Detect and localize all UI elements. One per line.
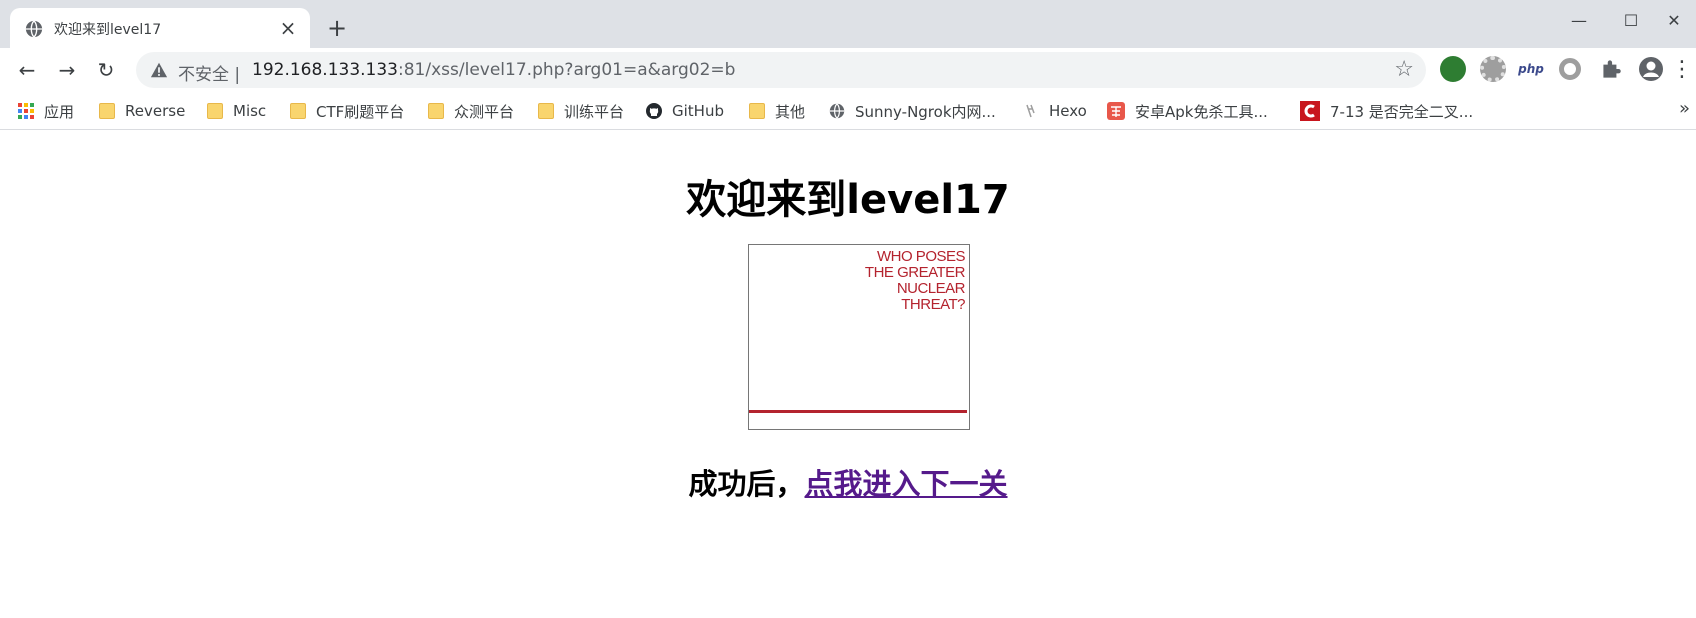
bookmarks-overflow-button[interactable]: » xyxy=(1679,98,1690,119)
page-title: 欢迎来到level17 xyxy=(686,177,1010,223)
bookmark-csdn[interactable]: 7-13 是否完全二叉... xyxy=(1300,100,1473,122)
jianshu-icon xyxy=(1107,102,1125,120)
extension-green-icon[interactable] xyxy=(1440,56,1466,82)
poster-text: WHO POSES THE GREATER NUCLEAR THREAT? xyxy=(864,248,966,313)
browser-menu-icon[interactable]: ⋮ xyxy=(1670,56,1694,84)
folder-icon xyxy=(207,103,223,119)
new-tab-button[interactable]: + xyxy=(323,14,351,42)
bookmark-star-icon[interactable]: ☆ xyxy=(1394,57,1414,82)
next-level-link[interactable]: 点我进入下一关 xyxy=(805,467,1008,501)
bookmark-ctf[interactable]: CTF刷题平台 xyxy=(290,100,404,122)
bookmark-label: 应用 xyxy=(44,102,75,121)
bookmark-label: Sunny-Ngrok内网... xyxy=(855,102,996,121)
tab-title: 欢迎来到level17 xyxy=(54,22,162,38)
bookmark-label: GitHub xyxy=(672,102,724,120)
level-image: WHO POSES THE GREATER NUCLEAR THREAT? xyxy=(748,244,970,430)
extension-php-icon[interactable]: php xyxy=(1518,56,1544,82)
bookmark-label: 训练平台 xyxy=(564,102,625,121)
bookmark-label: 7-13 是否完全二叉... xyxy=(1330,102,1474,121)
forward-button[interactable]: → xyxy=(53,56,81,84)
back-button[interactable]: ← xyxy=(13,56,41,84)
address-bar[interactable]: 不安全 | 192.168.133.133:81/xss/level17.php… xyxy=(136,52,1426,88)
extension-gear-icon[interactable] xyxy=(1480,56,1506,82)
bookmark-label: CTF刷题平台 xyxy=(316,102,405,121)
bookmark-misc[interactable]: Misc xyxy=(207,100,266,122)
globe-icon xyxy=(25,20,43,38)
maximize-button[interactable]: ☐ xyxy=(1608,6,1654,36)
apps-grid-icon xyxy=(18,103,34,119)
folder-icon xyxy=(428,103,444,119)
bookmark-others[interactable]: 其他 xyxy=(749,100,805,122)
github-icon xyxy=(646,103,662,119)
bookmark-label: Reverse xyxy=(125,102,186,120)
bookmark-label: 安卓Apk免杀工具... xyxy=(1135,102,1268,121)
browser-tab[interactable]: 欢迎来到level17 × xyxy=(10,8,310,48)
bookmark-label: 其他 xyxy=(775,102,806,121)
warning-icon[interactable] xyxy=(150,61,168,79)
bookmark-github[interactable]: GitHub xyxy=(646,100,724,122)
poster-red-line xyxy=(749,410,967,413)
tab-strip: 欢迎来到level17 × + — ☐ ✕ xyxy=(0,0,1696,48)
bookmark-training[interactable]: 训练平台 xyxy=(538,100,624,122)
extensions-puzzle-icon[interactable] xyxy=(1598,56,1624,82)
result-message: 成功后，点我进入下一关 xyxy=(0,461,1696,503)
folder-icon xyxy=(538,103,554,119)
folder-icon xyxy=(749,103,765,119)
hexo-icon xyxy=(1026,104,1035,118)
folder-icon xyxy=(290,103,306,119)
bookmark-label: 众测平台 xyxy=(454,102,515,121)
bookmark-hexo[interactable]: Hexo xyxy=(1023,100,1087,122)
folder-icon xyxy=(99,103,115,119)
bookmark-crowdtest[interactable]: 众测平台 xyxy=(428,100,514,122)
bookmark-sunny-ngrok[interactable]: Sunny-Ngrok内网... xyxy=(829,100,996,122)
url-text[interactable]: 192.168.133.133:81/xss/level17.php?arg01… xyxy=(252,60,735,80)
extension-ring-icon[interactable] xyxy=(1559,58,1581,80)
tab-close-icon[interactable]: × xyxy=(276,16,300,40)
bookmarks-bar: 应用 Reverse Misc CTF刷题平台 众测平台 训练平台 GitHub… xyxy=(0,92,1696,130)
csdn-icon xyxy=(1300,101,1320,121)
bookmark-apk-tool[interactable]: 安卓Apk免杀工具... xyxy=(1107,100,1268,122)
browser-toolbar: ← → ↻ 不安全 | 192.168.133.133:81/xss/level… xyxy=(0,48,1696,92)
bookmark-label: Hexo xyxy=(1049,102,1087,120)
minimize-button[interactable]: — xyxy=(1556,6,1602,36)
profile-avatar-icon[interactable] xyxy=(1638,56,1664,82)
bookmark-reverse[interactable]: Reverse xyxy=(99,100,185,122)
bookmark-label: Misc xyxy=(233,102,267,120)
page-content: 欢迎来到level17 WHO POSES THE GREATER NUCLEA… xyxy=(0,131,1696,618)
result-prefix: 成功后， xyxy=(688,467,805,501)
reload-button[interactable]: ↻ xyxy=(92,56,120,84)
security-status[interactable]: 不安全 | xyxy=(178,60,240,85)
window-close-button[interactable]: ✕ xyxy=(1652,6,1696,36)
bookmark-apps[interactable]: 应用 xyxy=(18,100,74,122)
globe-icon xyxy=(829,103,845,119)
